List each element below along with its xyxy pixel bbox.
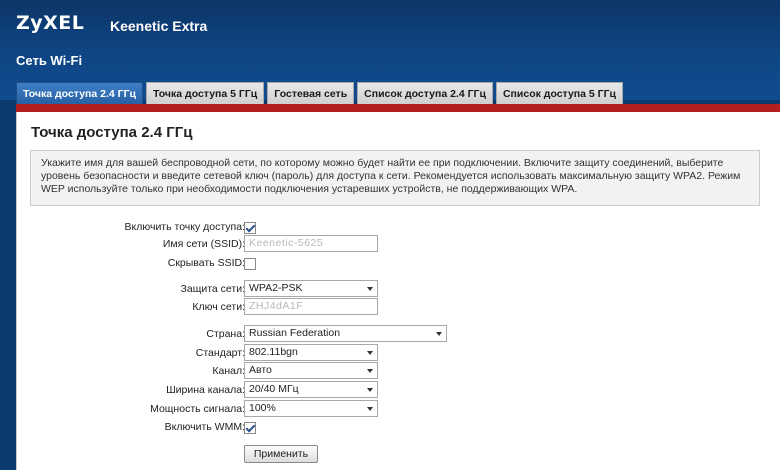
wmm-label: Включить WMM: [164,421,245,433]
channel-select[interactable]: Авто [244,362,378,379]
zyxel-logo: ZyXEL [16,12,85,34]
chevron-down-icon [367,388,373,392]
tab-access-list-5ghz[interactable]: Список доступа 5 ГГц [495,82,624,104]
row-security: Защита сети: WPA2-PSK [17,280,780,297]
country-value: Russian Federation [249,327,341,339]
tab-ap-2-4ghz[interactable]: Точка доступа 2.4 ГГц [16,82,144,104]
section-title: Сеть Wi-Fi [16,53,83,68]
hide-ssid-checkbox[interactable] [244,258,256,270]
chevron-down-icon [367,407,373,411]
ssid-input[interactable]: Keenetic-5625 [244,235,378,252]
panel-title: Точка доступа 2.4 ГГц [31,124,193,141]
row-channel-width: Ширина канала: 20/40 МГц [17,381,780,398]
hide-ssid-label: Скрывать SSID: [167,257,245,269]
settings-panel: Точка доступа 2.4 ГГц Укажите имя для ва… [16,112,780,470]
standard-label: Стандарт: [195,347,245,359]
tab-bar: Точка доступа 2.4 ГГц Точка доступа 5 ГГ… [16,82,624,104]
standard-select[interactable]: 802.11bgn [244,344,378,361]
standard-value: 802.11bgn [249,346,298,358]
row-enable-ap: Включить точку доступа: [17,220,780,236]
tab-ap-5ghz[interactable]: Точка доступа 5 ГГц [146,82,265,104]
enable-ap-label: Включить точку доступа: [124,221,245,233]
country-label: Страна: [206,328,245,340]
country-select[interactable]: Russian Federation [244,325,447,342]
device-model: Keenetic Extra [110,18,208,34]
row-hide-ssid: Скрывать SSID: [17,256,780,272]
channel-label: Канал: [212,365,245,377]
channel-value: Авто [249,364,272,376]
row-standard: Стандарт: 802.11bgn [17,344,780,361]
security-value: WPA2-PSK [249,282,303,294]
tab-access-list-2-4ghz[interactable]: Список доступа 2.4 ГГц [357,82,493,104]
row-ssid: Имя сети (SSID): Keenetic-5625 [17,235,780,252]
channel-width-value: 20/40 МГц [249,383,299,395]
channel-width-select[interactable]: 20/40 МГц [244,381,378,398]
signal-power-value: 100% [249,402,276,414]
key-label: Ключ сети: [192,301,245,313]
chevron-down-icon [436,332,442,336]
security-select[interactable]: WPA2-PSK [244,280,378,297]
chevron-down-icon [367,369,373,373]
chevron-down-icon [367,287,373,291]
channel-width-label: Ширина канала: [166,384,245,396]
chevron-down-icon [367,351,373,355]
info-box: Укажите имя для вашей беспроводной сети,… [30,150,760,206]
network-key-input[interactable]: ZHJ4dA1F [244,298,378,315]
row-wmm: Включить WMM: [17,420,780,436]
row-key: Ключ сети: ZHJ4dA1F [17,298,780,315]
security-label: Защита сети: [180,283,245,295]
row-signal-power: Мощность сигнала: 100% [17,400,780,417]
row-country: Страна: Russian Federation [17,325,780,342]
enable-ap-checkbox[interactable] [244,222,256,234]
signal-power-label: Мощность сигнала: [150,403,245,415]
row-channel: Канал: Авто [17,362,780,379]
tab-guest-network[interactable]: Гостевая сеть [267,82,355,104]
apply-button[interactable]: Применить [244,445,318,463]
tab-underline [16,104,780,112]
wmm-checkbox[interactable] [244,422,256,434]
ssid-label: Имя сети (SSID): [162,238,245,250]
signal-power-select[interactable]: 100% [244,400,378,417]
